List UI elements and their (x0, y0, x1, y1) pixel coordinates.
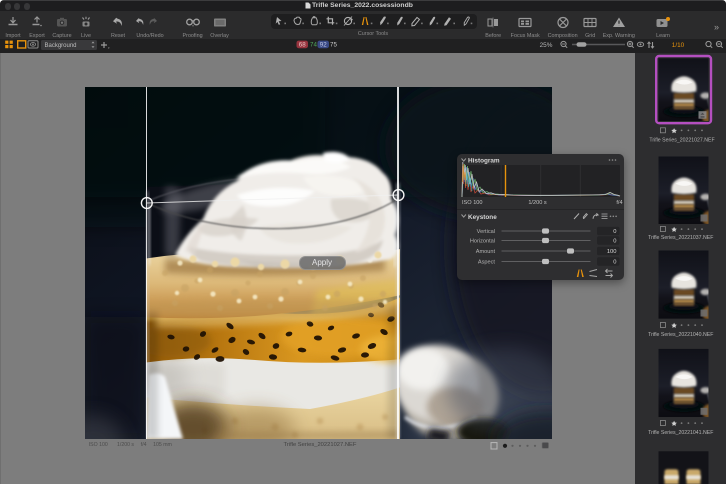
svg-text:Trifle Series_20221040.NEF: Trifle Series_20221040.NEF (648, 332, 713, 338)
svg-text:92: 92 (320, 41, 327, 48)
svg-text:Trifle Series_20221027.NEF: Trifle Series_20221027.NEF (649, 137, 714, 143)
svg-text:0: 0 (613, 238, 616, 244)
svg-text:Histogram: Histogram (468, 157, 500, 164)
svg-text:Aspect: Aspect (477, 259, 495, 265)
svg-text:75: 75 (330, 41, 337, 48)
svg-text:68: 68 (299, 41, 306, 48)
svg-text:f/4: f/4 (616, 200, 622, 206)
svg-text:Vertical: Vertical (476, 229, 494, 235)
svg-text:Background: Background (45, 43, 77, 49)
svg-text:0: 0 (613, 259, 616, 265)
svg-text:100: 100 (606, 249, 616, 255)
svg-text:Trifle Series_20221041.NEF: Trifle Series_20221041.NEF (648, 430, 713, 436)
svg-text:Keystone: Keystone (468, 213, 497, 220)
svg-text:ISO 100: ISO 100 (462, 200, 483, 206)
svg-text:1/200 s: 1/200 s (528, 200, 547, 206)
svg-text:Trifle Series_20221037.NEF: Trifle Series_20221037.NEF (648, 235, 713, 241)
svg-text:74: 74 (310, 41, 317, 48)
svg-text:Amount: Amount (475, 249, 495, 255)
svg-text:Horizontal: Horizontal (469, 238, 494, 244)
svg-text:0: 0 (613, 229, 616, 235)
svg-text:25%: 25% (540, 41, 553, 48)
svg-text:1/10: 1/10 (672, 41, 685, 48)
